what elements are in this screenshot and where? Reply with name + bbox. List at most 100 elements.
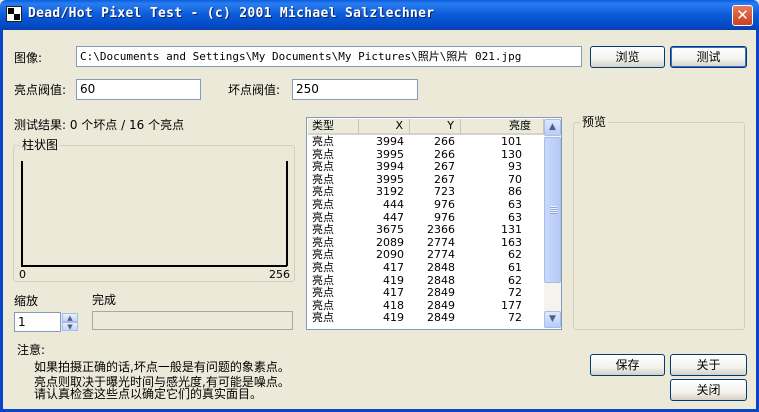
image-path-input[interactable]: C:\Documents and Settings\My Documents\M… xyxy=(76,46,582,67)
histogram-axis-max: 256 xyxy=(269,268,290,281)
cell-brightness: 72 xyxy=(508,311,522,325)
cell-y: 2366 xyxy=(427,223,455,237)
preview-group xyxy=(573,122,745,330)
cell-brightness: 101 xyxy=(501,135,522,148)
pixel-list-header: 类型 X Y 亮度 xyxy=(308,119,544,135)
cell-brightness: 177 xyxy=(501,298,522,312)
table-row[interactable]: 亮点 3995 267 70 xyxy=(308,172,544,186)
cell-y: 2848 xyxy=(427,261,455,274)
cell-x: 2089 xyxy=(376,235,404,249)
about-button[interactable]: 关于 xyxy=(670,354,747,376)
table-row[interactable]: 亮点 3995 266 130 xyxy=(308,147,544,161)
cell-y: 2774 xyxy=(427,248,455,262)
table-row[interactable]: 亮点 447 976 63 xyxy=(308,210,544,224)
cell-x: 419 xyxy=(383,311,404,325)
histogram-title: 柱状图 xyxy=(20,138,61,152)
cell-brightness: 72 xyxy=(508,286,522,300)
pixel-list[interactable]: 类型 X Y 亮度 亮点 3994 266 101 亮点 3995 266 130 亮点 3994… xyxy=(306,117,562,330)
table-row[interactable]: 亮点 419 2849 72 xyxy=(308,312,544,324)
cell-x: 419 xyxy=(383,273,404,287)
cell-type: 亮点 xyxy=(312,160,334,174)
cell-x: 447 xyxy=(383,210,404,224)
cell-y: 723 xyxy=(434,185,455,199)
title-bar[interactable]: Dead/Hot Pixel Test - (c) 2001 Michael S… xyxy=(0,0,759,30)
cell-type: 亮点 xyxy=(312,298,334,312)
cell-x: 417 xyxy=(383,261,404,274)
cell-y: 266 xyxy=(434,135,455,148)
table-row[interactable]: 亮点 3994 266 101 xyxy=(308,136,544,148)
column-header-x[interactable]: X xyxy=(359,119,410,135)
cell-y: 976 xyxy=(434,198,455,211)
cell-brightness: 62 xyxy=(508,273,522,287)
save-button[interactable]: 保存 xyxy=(590,354,665,376)
cell-brightness: 70 xyxy=(508,172,522,186)
column-header-type[interactable]: 类型 xyxy=(308,119,359,135)
column-header-brightness[interactable]: 亮度 xyxy=(461,119,544,135)
cell-type: 亮点 xyxy=(312,135,334,148)
cell-type: 亮点 xyxy=(312,198,334,211)
cell-brightness: 61 xyxy=(508,261,522,274)
zoom-down-icon[interactable]: ▼ xyxy=(62,322,78,331)
cell-x: 444 xyxy=(383,198,404,211)
table-row[interactable]: 亮点 3994 267 93 xyxy=(308,161,544,173)
cell-y: 267 xyxy=(434,172,455,186)
cell-brightness: 86 xyxy=(508,185,522,199)
cell-x: 3994 xyxy=(376,135,404,148)
table-row[interactable]: 亮点 417 2849 72 xyxy=(308,287,544,299)
column-header-y[interactable]: Y xyxy=(410,119,461,135)
table-row[interactable]: 亮点 3675 2366 131 xyxy=(308,224,544,236)
cell-y: 2849 xyxy=(427,286,455,300)
cell-x: 3675 xyxy=(376,223,404,237)
zoom-input[interactable]: 1 xyxy=(14,312,61,332)
scroll-thumb[interactable] xyxy=(544,137,561,283)
cell-x: 3995 xyxy=(376,147,404,161)
cell-y: 2849 xyxy=(427,298,455,312)
table-row[interactable]: 亮点 2089 2774 163 xyxy=(308,235,544,249)
table-row[interactable]: 亮点 3192 723 86 xyxy=(308,186,544,198)
table-row[interactable]: 亮点 2090 2774 62 xyxy=(308,249,544,261)
cell-type: 亮点 xyxy=(312,210,334,224)
cell-brightness: 62 xyxy=(508,248,522,262)
cell-brightness: 63 xyxy=(508,210,522,224)
progress-label: 完成 xyxy=(92,293,117,307)
window-frame-left xyxy=(0,30,3,412)
cell-brightness: 163 xyxy=(501,235,522,249)
scroll-up-icon[interactable]: ▲ xyxy=(544,119,561,136)
histogram-axis-min: 0 xyxy=(19,268,26,281)
histogram-group xyxy=(13,145,295,282)
cell-brightness: 93 xyxy=(508,160,522,174)
cell-type: 亮点 xyxy=(312,185,334,199)
notes-heading: 注意: xyxy=(17,343,46,357)
cell-y: 267 xyxy=(434,160,455,174)
close-button[interactable]: 关闭 xyxy=(670,379,747,401)
cell-y: 2849 xyxy=(427,311,455,325)
scroll-down-icon[interactable]: ▼ xyxy=(544,311,561,328)
dead-threshold-input[interactable]: 250 xyxy=(292,79,418,100)
cell-x: 3994 xyxy=(376,160,404,174)
table-row[interactable]: 亮点 444 976 63 xyxy=(308,199,544,211)
preview-title: 预览 xyxy=(580,115,609,129)
cell-type: 亮点 xyxy=(312,223,334,237)
table-row[interactable]: 亮点 419 2848 62 xyxy=(308,273,544,287)
cell-y: 976 xyxy=(434,210,455,224)
cell-brightness: 63 xyxy=(508,198,522,211)
hot-threshold-label: 亮点阀值: xyxy=(14,83,67,97)
cell-x: 417 xyxy=(383,286,404,300)
cell-x: 418 xyxy=(383,298,404,312)
notes-line-3: 请认真检查这些点以确定它们的真实面目。 xyxy=(34,387,263,401)
test-button[interactable]: 测试 xyxy=(670,46,747,68)
test-result-text: 测试结果: 0 个坏点 / 16 个亮点 xyxy=(14,118,185,132)
dead-threshold-label: 坏点阀值: xyxy=(228,83,281,97)
browse-button[interactable]: 浏览 xyxy=(590,46,665,68)
histogram-right-axis xyxy=(286,161,288,266)
table-row[interactable]: 亮点 418 2849 177 xyxy=(308,298,544,312)
close-icon[interactable]: ✕ xyxy=(732,5,753,26)
table-row[interactable]: 亮点 417 2848 61 xyxy=(308,262,544,274)
progress-bar xyxy=(92,311,293,330)
cell-x: 3995 xyxy=(376,172,404,186)
cell-y: 266 xyxy=(434,147,455,161)
zoom-up-icon[interactable]: ▲ xyxy=(62,313,78,322)
pixel-list-scrollbar[interactable]: ▲ ▼ xyxy=(544,119,561,328)
window-title: Dead/Hot Pixel Test - (c) 2001 Michael S… xyxy=(28,6,435,21)
hot-threshold-input[interactable]: 60 xyxy=(76,79,201,100)
